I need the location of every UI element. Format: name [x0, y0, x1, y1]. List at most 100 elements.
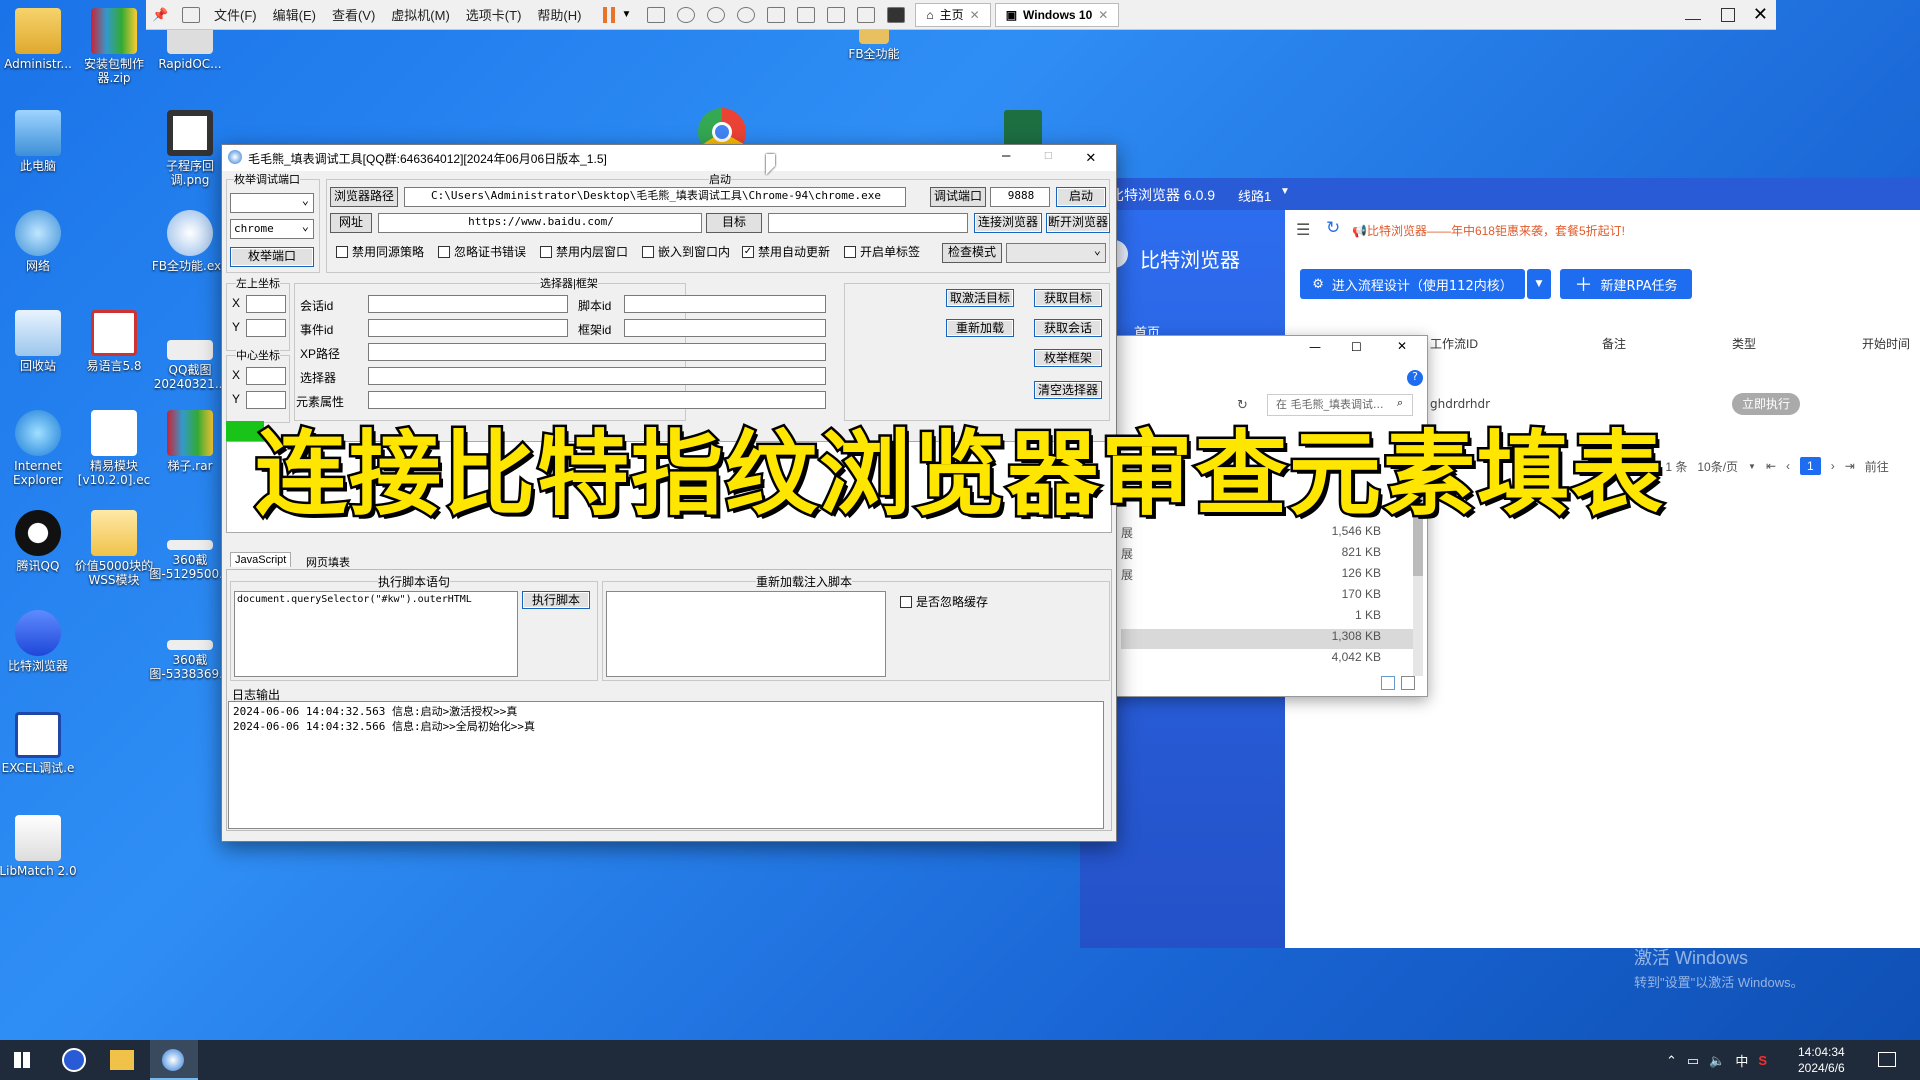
port-select[interactable]	[230, 191, 314, 213]
desktop-icon-excel-debug[interactable]: EXCEL调试.e	[0, 712, 80, 775]
exec-script-textarea[interactable]: document.querySelector("#kw").outerHTML	[234, 591, 518, 677]
session-id-field[interactable]	[368, 295, 568, 313]
send-keys-icon[interactable]	[647, 6, 666, 23]
chevron-down-icon[interactable]: ▼	[621, 9, 631, 20]
maximize-icon[interactable]: ☐	[1044, 147, 1052, 163]
browser-path-field[interactable]: C:\Users\Administrator\Desktop\毛毛熊_填表调试工…	[404, 187, 906, 207]
checkbox-box[interactable]	[438, 245, 450, 258]
checkbox-box[interactable]	[642, 245, 654, 258]
design-dropdown-button[interactable]: ▼	[1527, 269, 1551, 299]
vm-icon[interactable]	[182, 6, 200, 23]
desktop-icon-installer-zip[interactable]: 安装包制作器.zip	[72, 8, 156, 85]
menu-tabs[interactable]: 选项卡(T)	[458, 5, 530, 24]
enum-frames-button[interactable]: 枚举框架	[1034, 349, 1102, 367]
revert-snapshot-icon[interactable]	[707, 6, 726, 23]
desktop-icon-360-1[interactable]: 360截图-5129500...	[148, 540, 232, 581]
reload-inject-textarea[interactable]	[606, 591, 886, 677]
close-icon[interactable]: ✕	[1753, 4, 1768, 25]
menu-file[interactable]: 文件(F)	[206, 5, 265, 24]
notification-icon[interactable]	[1878, 1052, 1896, 1067]
disconnect-browser-button[interactable]: 断开浏览器	[1046, 213, 1110, 233]
checkbox-box[interactable]	[336, 245, 348, 258]
volume-icon[interactable]: 🔈	[1709, 1053, 1725, 1069]
ime-indicator[interactable]: 中	[1735, 1051, 1748, 1070]
restore-icon[interactable]	[1720, 7, 1735, 22]
checkbox-single-tab[interactable]: 开启单标签	[844, 243, 920, 260]
collapse-icon[interactable]: ☰	[1296, 220, 1310, 239]
file-row[interactable]: 170 KB	[1121, 587, 1421, 607]
unity-icon[interactable]	[857, 6, 876, 23]
script-id-field[interactable]	[624, 295, 826, 313]
inspect-mode-select[interactable]	[1006, 241, 1106, 263]
get-target-button[interactable]: 获取目标	[1034, 289, 1102, 307]
exec-script-button[interactable]: 执行脚本	[522, 591, 590, 609]
chevron-up-icon[interactable]: ⌃	[1666, 1053, 1677, 1069]
pause-icon[interactable]	[603, 6, 616, 23]
enum-port-button[interactable]: 枚举端口	[230, 247, 314, 267]
menu-help[interactable]: 帮助(H)	[529, 5, 589, 24]
snapshot-icon[interactable]	[677, 6, 696, 23]
checkbox-ignore-cert-errors[interactable]: 忽略证书错误	[438, 243, 526, 260]
checkbox-box[interactable]	[844, 245, 856, 258]
desktop-icon-network[interactable]: 网络	[0, 210, 80, 273]
close-icon[interactable]: ✕	[1086, 147, 1096, 166]
maximize-icon[interactable]: ☐	[1351, 340, 1362, 354]
desktop-icon-admin[interactable]: Administr...	[0, 8, 80, 71]
checkbox-box[interactable]	[900, 595, 912, 608]
inspect-mode-button[interactable]: 检查模式	[942, 243, 1002, 263]
xpath-field[interactable]	[368, 343, 826, 361]
list-view-icon[interactable]	[1401, 676, 1415, 690]
close-icon[interactable]: ✕	[1397, 339, 1407, 353]
taskbar-tool-icon[interactable]	[150, 1040, 198, 1080]
line-select[interactable]: 线路1	[1238, 186, 1271, 205]
tab-home[interactable]: ⌂ 主页 ✕	[915, 2, 991, 27]
close-icon[interactable]: ✕	[1098, 8, 1108, 22]
menu-view[interactable]: 查看(V)	[324, 5, 383, 24]
desktop-icon-eyuyan[interactable]: 易语言5.8	[72, 310, 156, 373]
checkbox-disable-auto-update[interactable]: ✓ 禁用自动更新	[742, 243, 830, 260]
file-row[interactable]: 展 821 KB	[1121, 545, 1421, 565]
desktop-icon-this-pc[interactable]: 此电脑	[0, 110, 80, 173]
event-id-field[interactable]	[368, 319, 568, 337]
file-row-selected[interactable]: 1,308 KB	[1121, 629, 1421, 649]
file-row[interactable]: 展 126 KB	[1121, 566, 1421, 586]
promo-banner[interactable]: 📢比特浏览器——年中618钜惠来袭，套餐5折起订!	[1352, 222, 1625, 239]
console-icon[interactable]	[887, 6, 906, 23]
refresh-icon[interactable]: ↻	[1326, 218, 1340, 238]
checkmark-icon[interactable]: ✓	[742, 245, 754, 258]
topleft-y-field[interactable]	[246, 319, 286, 337]
thumbnail-icon[interactable]	[797, 6, 816, 23]
minimize-icon[interactable]: —	[1002, 148, 1010, 164]
network-icon[interactable]: ▭	[1687, 1053, 1699, 1069]
connect-browser-button[interactable]: 连接浏览器	[974, 213, 1042, 233]
cancel-target-button[interactable]: 取激活目标	[946, 289, 1014, 307]
chevron-down-icon[interactable]: ▼	[1280, 186, 1290, 197]
menu-vm[interactable]: 虚拟机(M)	[383, 5, 458, 24]
url-field[interactable]: https://www.baidu.com/	[378, 213, 702, 233]
desktop-icon-recycle-bin[interactable]: 回收站	[0, 310, 80, 373]
desktop-icon-fb-exe[interactable]: FB全功能.exe	[148, 210, 232, 273]
tab-javascript[interactable]: JavaScript	[230, 552, 292, 567]
enter-flow-design-button[interactable]: ⚙ 进入流程设计（使用112内核）	[1300, 269, 1525, 299]
desktop-icon-subprogram-png[interactable]: 子程序回调.png	[148, 110, 232, 187]
new-rpa-task-button[interactable]: ＋新建RPA任务	[1560, 269, 1692, 299]
desktop-icon-qq-screenshot[interactable]: QQ截图20240321...	[148, 340, 232, 391]
reload-button[interactable]: 重新加载	[946, 319, 1014, 337]
windows-start-icon[interactable]	[14, 1052, 30, 1068]
checkbox-box[interactable]	[540, 245, 552, 258]
snapshot-manager-icon[interactable]	[737, 6, 756, 23]
checkbox-embed-window[interactable]: 嵌入到窗口内	[642, 243, 730, 260]
tab-windows10[interactable]: ▣ Windows 10 ✕	[994, 2, 1120, 27]
debug-port-field[interactable]: 9888	[990, 187, 1050, 207]
clear-selector-button[interactable]: 清空选择器	[1034, 381, 1102, 399]
minimize-icon[interactable]: —	[1309, 340, 1321, 354]
file-row[interactable]: 4,042 KB	[1121, 650, 1421, 670]
desktop-icon-bitbrowser[interactable]: 比特浏览器	[0, 610, 80, 673]
taskbar-bitbrowser-icon[interactable]	[62, 1048, 86, 1072]
frame-id-field[interactable]	[624, 319, 826, 337]
target-field[interactable]	[768, 213, 968, 233]
close-icon[interactable]: ✕	[970, 8, 980, 22]
browser-type-select[interactable]: chrome	[230, 217, 314, 239]
fullscreen-icon[interactable]	[827, 6, 846, 23]
sidebar-toggle-icon[interactable]	[767, 6, 786, 23]
